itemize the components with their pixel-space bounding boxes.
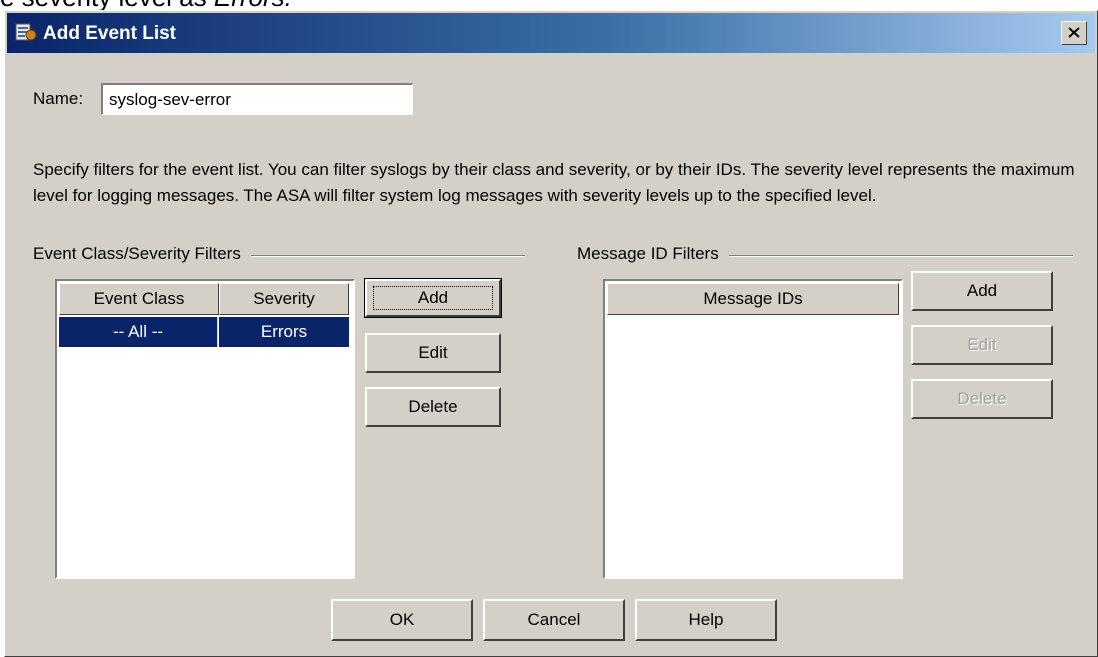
cancel-button[interactable]: Cancel <box>483 599 625 641</box>
event-class-delete-button[interactable]: Delete <box>365 387 501 427</box>
event-class-list[interactable]: Event Class Severity -- All -- Errors <box>55 279 355 579</box>
close-button[interactable] <box>1061 21 1087 45</box>
event-class-cell: -- All -- <box>59 317 218 347</box>
message-id-list[interactable]: Message IDs <box>603 279 903 579</box>
severity-cell: Errors <box>219 317 349 347</box>
button-label: Add <box>417 288 449 307</box>
message-id-group-title: Message ID Filters <box>577 244 729 264</box>
button-label: Help <box>688 610 724 629</box>
event-list-icon <box>15 22 37 42</box>
close-icon <box>1068 27 1080 38</box>
button-label: Edit <box>418 343 448 362</box>
button-label: Delete <box>957 389 1007 408</box>
window-title: Add Event List <box>43 23 177 44</box>
message-id-edit-button[interactable]: Edit <box>911 325 1053 365</box>
event-class-add-button[interactable]: Add <box>364 278 502 318</box>
button-label: Delete <box>408 397 458 416</box>
message-id-add-button[interactable]: Add <box>911 271 1053 311</box>
button-label: Cancel <box>527 610 581 629</box>
column-header-event-class[interactable]: Event Class <box>59 283 219 315</box>
button-label: OK <box>389 610 415 629</box>
name-input[interactable] <box>101 83 413 115</box>
description-text: Specify filters for the event list. You … <box>33 160 1075 205</box>
column-header-severity[interactable]: Severity <box>219 283 349 315</box>
help-button[interactable]: Help <box>635 599 777 641</box>
button-label: Add <box>966 281 998 300</box>
event-class-group-title: Event Class/Severity Filters <box>33 244 251 264</box>
event-class-edit-button[interactable]: Edit <box>365 333 501 373</box>
name-label: Name: <box>33 89 84 108</box>
caption-text: e severity level as <box>0 0 214 10</box>
button-label: Edit <box>967 335 997 354</box>
column-header-message-ids[interactable]: Message IDs <box>607 283 899 315</box>
ok-button[interactable]: OK <box>331 599 473 641</box>
add-event-list-dialog: Add Event List Name: Specify filters for… <box>4 10 1098 657</box>
caption-emphasis: Errors. <box>214 0 292 10</box>
message-id-delete-button[interactable]: Delete <box>911 379 1053 419</box>
page-caption: e severity level as Errors. <box>0 0 935 10</box>
title-bar[interactable]: Add Event List <box>7 13 1095 53</box>
